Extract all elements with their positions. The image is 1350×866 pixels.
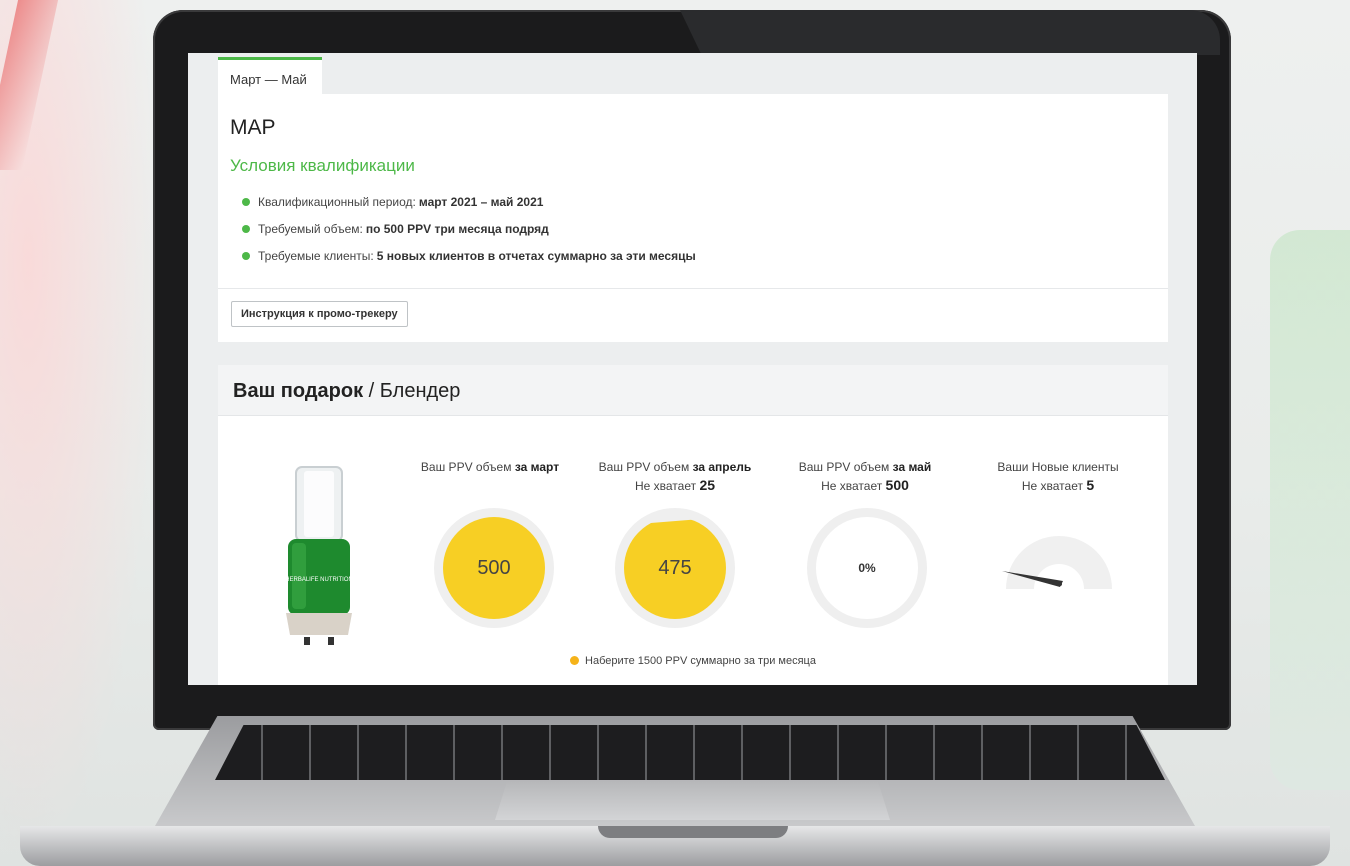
shortfall-value: 5 (1086, 477, 1095, 493)
conditions-title: Условия квалификации (230, 156, 415, 175)
tracker-label: Ваши Новые клиенты (997, 460, 1119, 474)
tracker-shortfall: Не хватает 500 (775, 476, 955, 495)
page-title: MAP (230, 116, 276, 139)
tab-march-may[interactable]: Март — Май (218, 57, 322, 95)
condition-clients: Требуемые клиенты: 5 новых клиентов в от… (242, 249, 696, 276)
gift-title: Ваш подарок / Блендер (233, 380, 460, 403)
april-progress-circle: 475 (615, 508, 735, 628)
green-bullet-icon (242, 225, 250, 233)
tracker-label-text: Ваш PPV объем (798, 460, 893, 474)
march-progress-circle: 500 (434, 508, 554, 628)
condition-value: март 2021 – май 2021 (418, 195, 544, 209)
shortfall-label: Не хватает (634, 479, 700, 493)
tracker-label-text: Ваш PPV объем (420, 460, 515, 474)
laptop-keyboard (215, 725, 1165, 780)
tracker-shortfall: Не хватает 5 (968, 476, 1148, 495)
april-value: 475 (624, 517, 726, 619)
condition-value: 5 новых клиентов в отчетах суммарно за э… (376, 249, 696, 263)
condition-period: Квалификационный период: март 2021 – май… (242, 195, 696, 222)
gift-title-bold: Ваш подарок (233, 380, 364, 402)
tracker-label-month: за март (514, 460, 560, 474)
tracker-label: Ваш PPV объем за май (775, 458, 955, 476)
gift-panel: Ваш подарок / Блендер HERBALIFE NUTRITIO… (218, 365, 1168, 685)
tracker-label-month: за май (892, 460, 932, 474)
gift-header: Ваш подарок / Блендер (218, 365, 1168, 416)
tracker-label-text: Ваш PPV объем (598, 460, 693, 474)
conditions-list: Квалификационный период: март 2021 – май… (242, 195, 696, 276)
green-bullet-icon (242, 252, 250, 260)
laptop-notch (598, 826, 788, 838)
may-volume-tracker: Ваш PPV объем за май Не хватает 500 (775, 458, 955, 495)
condition-value: по 500 PPV три месяца подряд (365, 222, 549, 236)
condition-label: Требуемые клиенты: (258, 249, 374, 263)
laptop-screen: Март — Май MAP Условия квалификации Квал… (188, 53, 1197, 685)
divider (218, 288, 1168, 289)
footnote-text: Наберите 1500 PPV суммарно за три месяца (585, 655, 816, 667)
tracker-shortfall: Не хватает 25 (585, 476, 765, 495)
laptop-lid-glare (680, 10, 1220, 55)
march-volume-tracker: Ваш PPV объем за март (400, 458, 580, 494)
condition-volume: Требуемый объем: по 500 PPV три месяца п… (242, 222, 696, 249)
may-progress-circle: 0% (807, 508, 927, 628)
gift-title-product: / Блендер (363, 380, 461, 402)
blender-brand-text: HERBALIFE NUTRITION (285, 577, 353, 583)
condition-label: Требуемый объем: (258, 222, 363, 236)
new-clients-tracker: Ваши Новые клиенты Не хватает 5 (968, 458, 1148, 495)
condition-label: Квалификационный период: (258, 195, 416, 209)
shortfall-value: 25 (699, 477, 716, 493)
tracker-label: Ваш PPV объем за апрель (585, 458, 765, 476)
new-clients-gauge (1002, 536, 1112, 589)
shortfall-value: 500 (885, 477, 909, 493)
tracker-label: Ваш PPV объем за март (400, 458, 580, 476)
march-value: 500 (443, 517, 545, 619)
shortfall-label: Не хватает (821, 479, 886, 493)
laptop-trackpad (495, 782, 890, 820)
promo-tracker-instruction-button[interactable]: Инструкция к промо-трекеру (231, 301, 408, 327)
green-bullet-icon (242, 198, 250, 206)
footnote: Наберите 1500 PPV суммарно за три месяца (218, 655, 1168, 667)
shortfall-label: Не хватает (1021, 479, 1087, 493)
tracker-label-month: за апрель (692, 460, 752, 474)
blender-image: HERBALIFE NUTRITION (285, 466, 353, 645)
background-glass-right (1270, 230, 1350, 790)
yellow-bullet-icon (570, 656, 580, 665)
tracker-shortfall (400, 476, 580, 494)
april-volume-tracker: Ваш PPV объем за апрель Не хватает 25 (585, 458, 765, 495)
qualification-panel: MAP Условия квалификации Квалификационны… (218, 94, 1168, 342)
may-value: 0% (816, 517, 918, 619)
